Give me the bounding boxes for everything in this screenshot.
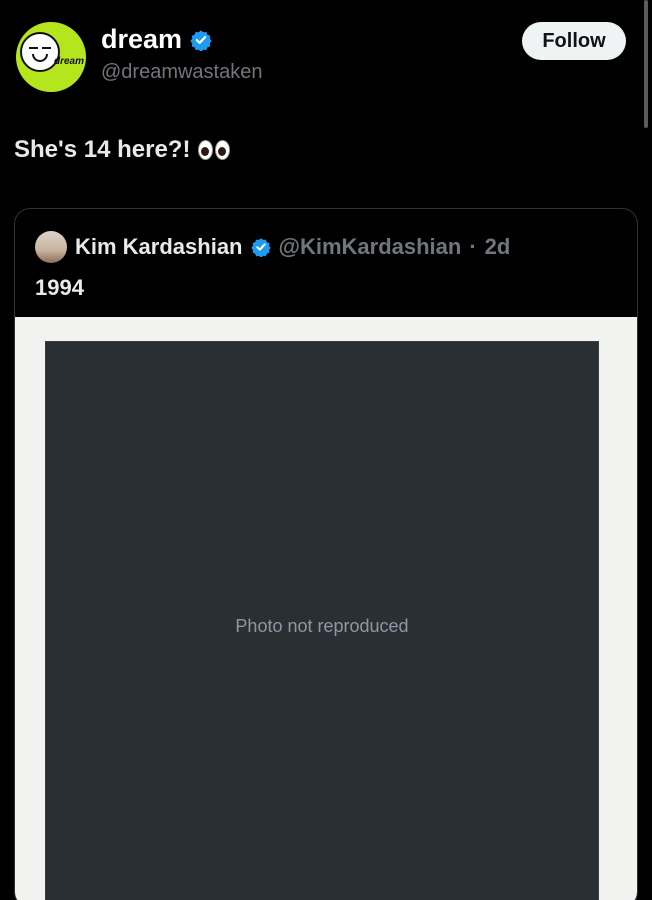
- avatar-logo-text: dream: [54, 56, 85, 67]
- quoted-post-header: Kim Kardashian @KimKardashian · 2d: [35, 231, 510, 263]
- author-names: dream @dreamwastaken: [101, 24, 262, 84]
- author-handle[interactable]: @dreamwastaken: [101, 61, 262, 84]
- post-text-body: She's 14 here?!: [14, 136, 191, 163]
- dot-separator: ·: [469, 234, 477, 259]
- eyes-emoji-icon: [198, 140, 231, 160]
- quoted-author-avatar: [35, 231, 67, 263]
- verified-badge-icon: [250, 238, 271, 257]
- media-withheld-note: Photo not reproduced: [235, 615, 409, 636]
- scrollbar[interactable]: [644, 0, 648, 128]
- quoted-author-name: Kim Kardashian: [75, 234, 243, 259]
- author-avatar[interactable]: dream: [16, 22, 86, 92]
- quoted-author-handle: @KimKardashian: [278, 234, 462, 259]
- post-text: She's 14 here?!: [14, 136, 231, 164]
- author-display-name[interactable]: dream: [101, 24, 182, 55]
- media-frame: Photo not reproduced: [15, 317, 637, 900]
- verified-badge-icon: [190, 29, 212, 51]
- post-header: dream dream @dreamwastaken Follow: [16, 20, 626, 92]
- quoted-post-text: 1994: [35, 275, 84, 300]
- media-placeholder[interactable]: Photo not reproduced: [45, 341, 599, 900]
- quoted-post-card[interactable]: Kim Kardashian @KimKardashian · 2d 1994 …: [14, 208, 638, 900]
- quoted-post-time: 2d: [484, 234, 511, 259]
- follow-button[interactable]: Follow: [522, 22, 626, 60]
